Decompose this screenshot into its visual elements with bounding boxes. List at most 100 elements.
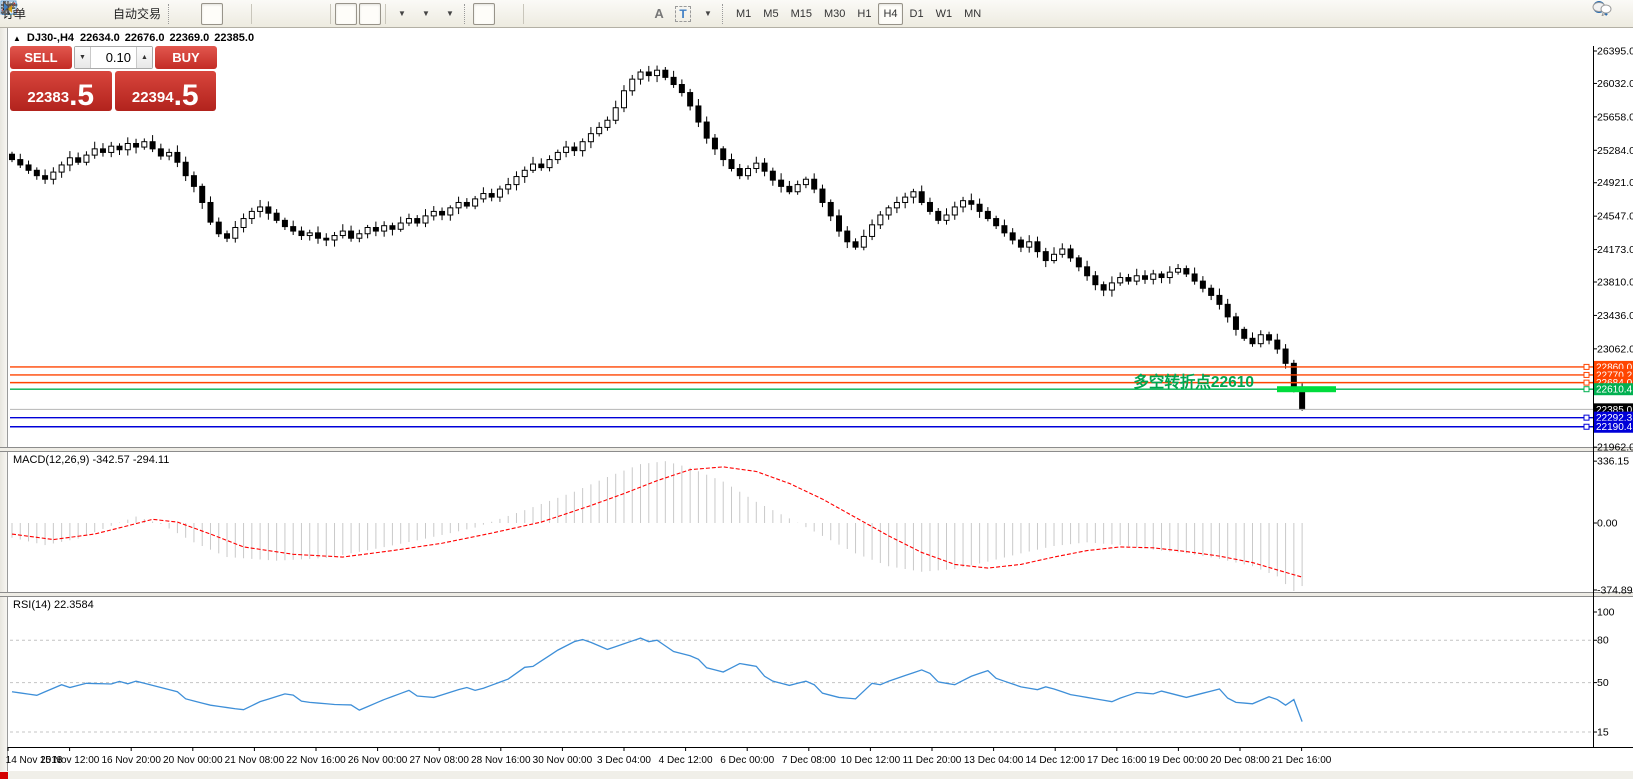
line-anchor-handle[interactable]: [1584, 364, 1589, 369]
candlestick-button[interactable]: [201, 3, 223, 25]
chevron-down-icon: ▼: [704, 9, 712, 18]
chart-title: ▲ DJ30-,H4 22634.0 22676.0 22369.0 22385…: [13, 32, 254, 44]
candle-body: [1217, 295, 1222, 304]
line-anchor-handle[interactable]: [1584, 415, 1589, 420]
sell-price-display[interactable]: 22383 .5: [10, 71, 112, 111]
periods-button[interactable]: ▼: [414, 3, 436, 25]
text-button[interactable]: A: [648, 3, 670, 25]
volume-input[interactable]: [91, 47, 136, 68]
tf-button-M1[interactable]: M1: [731, 3, 756, 25]
candle-body: [903, 197, 908, 202]
toolbar-grip: [464, 4, 468, 24]
candle-body: [853, 242, 858, 247]
chevron-down-icon: ▼: [398, 9, 406, 18]
candle-body: [1209, 288, 1214, 295]
candle-body: [349, 231, 354, 238]
zoom-out-button[interactable]: [280, 3, 302, 25]
candle-body: [34, 170, 39, 175]
trendline-button[interactable]: [576, 3, 598, 25]
candle-body: [1250, 338, 1255, 343]
candle-body: [1283, 349, 1288, 363]
candle-body: [158, 149, 163, 156]
candle-body: [1043, 252, 1048, 261]
candle-body: [142, 142, 147, 147]
candle-body: [109, 146, 114, 152]
price-axis-label: 21962.0: [1597, 442, 1633, 454]
annotation-text[interactable]: 多空转折点22610: [1133, 372, 1254, 391]
line-anchor-handle[interactable]: [1584, 380, 1589, 385]
bar-chart-button[interactable]: [177, 3, 199, 25]
line-anchor-handle[interactable]: [1584, 424, 1589, 429]
candle-body: [324, 238, 329, 240]
buy-price-display[interactable]: 22394 .5: [115, 71, 217, 111]
crosshair-button[interactable]: [497, 3, 519, 25]
candle-body: [597, 127, 602, 133]
rsi-label: RSI(14): [13, 599, 51, 611]
chat-button[interactable]: [1617, 3, 1633, 25]
candle-body: [547, 160, 552, 168]
candle-body: [588, 134, 593, 142]
candle-body: [1027, 242, 1032, 247]
label-button[interactable]: T: [672, 3, 694, 25]
zoom-in-button[interactable]: [256, 3, 278, 25]
candle-body: [200, 186, 205, 202]
chevron-down-icon: ▼: [422, 9, 430, 18]
candle-body: [1093, 276, 1098, 285]
volume-increase-button[interactable]: ▲: [136, 47, 152, 68]
horizontal-line-button[interactable]: [552, 3, 574, 25]
candle-body: [175, 152, 180, 162]
shapes-button[interactable]: ▼: [696, 3, 718, 25]
candle-body: [531, 164, 536, 170]
community-button[interactable]: [59, 3, 81, 25]
fibonacci-button[interactable]: F: [624, 3, 646, 25]
signals-button[interactable]: [83, 3, 105, 25]
tf-button-MN[interactable]: MN: [959, 3, 986, 25]
tf-button-M30[interactable]: M30: [819, 3, 850, 25]
tf-button-H1[interactable]: H1: [852, 3, 876, 25]
candle-body: [423, 216, 428, 223]
new-chart-button[interactable]: ▼: [390, 3, 412, 25]
candle-body: [522, 170, 527, 176]
tf-button-D1[interactable]: D1: [905, 3, 929, 25]
channel-button[interactable]: E: [600, 3, 622, 25]
ohlc-open: 22634.0: [80, 32, 120, 44]
line-chart-button[interactable]: [225, 3, 247, 25]
sell-button[interactable]: SELL: [10, 46, 72, 69]
candle-body: [1159, 274, 1164, 278]
candle-body: [1018, 240, 1023, 247]
price-axis-label: 26032.0: [1597, 78, 1633, 90]
candle-body: [894, 202, 899, 207]
date-label: 28 Nov 16:00: [471, 755, 531, 766]
candle-body: [125, 143, 130, 149]
chart-shift-button[interactable]: [359, 3, 381, 25]
cursor-button[interactable]: [473, 3, 495, 25]
auto-scroll-button[interactable]: [335, 3, 357, 25]
chart-canvas[interactable]: 26395.026032.025658.025284.024921.024547…: [0, 28, 1633, 779]
tf-button-W1[interactable]: W1: [931, 3, 958, 25]
line-anchor-handle[interactable]: [1584, 387, 1589, 392]
candle-body: [696, 106, 701, 122]
line-anchor-handle[interactable]: [1584, 372, 1589, 377]
candle-body: [754, 163, 759, 168]
tf-button-M15[interactable]: M15: [786, 3, 817, 25]
buy-button[interactable]: BUY: [155, 46, 217, 69]
candle-body: [845, 231, 850, 242]
candle-body: [994, 219, 999, 226]
green-segment[interactable]: [1277, 386, 1336, 392]
candle-body: [1184, 269, 1189, 274]
tf-button-H4[interactable]: H4: [878, 3, 902, 25]
vertical-line-button[interactable]: [528, 3, 550, 25]
collapse-triangle-icon[interactable]: ▲: [13, 34, 21, 43]
candle-body: [307, 233, 312, 236]
tile-windows-button[interactable]: [304, 3, 326, 25]
indicators-button[interactable]: ▼: [438, 3, 460, 25]
candle-body: [1233, 317, 1238, 330]
autotrading-button[interactable]: 自动交易: [107, 3, 164, 25]
autotrading-label: 自动交易: [113, 5, 161, 22]
candle-body: [233, 227, 238, 238]
new-order-icon-button[interactable]: [35, 3, 57, 25]
candle-body: [1101, 285, 1106, 290]
tf-button-M5[interactable]: M5: [758, 3, 783, 25]
candle-body: [1126, 278, 1131, 282]
volume-decrease-button[interactable]: ▼: [75, 47, 91, 68]
